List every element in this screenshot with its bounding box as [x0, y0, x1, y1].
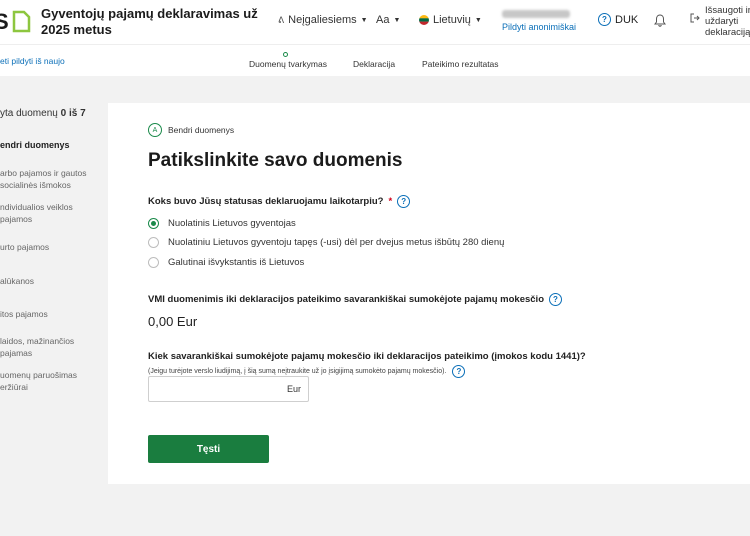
sidebar-item-employment-income[interactable]: arbo pajamos ir gautos socialinės išmoko… [0, 167, 100, 191]
restart-link[interactable]: eti pildyti iš naujo [0, 56, 65, 66]
faq-label: DUK [615, 13, 639, 26]
radio-button[interactable] [148, 257, 159, 268]
logo[interactable]: S [0, 8, 32, 34]
option-label: Nuolatinis Lietuvos gyventojas [168, 218, 296, 229]
radio-button[interactable] [148, 237, 159, 248]
section-badge: A [148, 123, 162, 137]
step-data-management[interactable]: Duomenų tvarkymas [249, 52, 327, 69]
help-icon[interactable]: ? [549, 293, 562, 306]
fill-anonymously-link[interactable]: Pildyti anonimiškai [502, 22, 576, 32]
sidebar-item-general-data[interactable]: endri duomenys [0, 139, 100, 151]
save-and-close-label: Išsaugoti ir uždaryti deklaraciją [705, 5, 750, 38]
step-label: Duomenų tvarkymas [249, 59, 327, 69]
progress-counter: yta duomenų 0 iš 7 [0, 108, 86, 119]
chevron-down-icon: ▼ [393, 16, 401, 24]
sidebar-item-other-income[interactable]: itos pajamos [0, 308, 100, 320]
status-option-became-resident[interactable]: Nuolatiniu Lietuvos gyventoju tapęs (-us… [148, 237, 504, 248]
step-label: Pateikimo rezultatas [422, 59, 499, 69]
vmi-tax-amount: 0,00 Eur [148, 314, 198, 329]
svg-text:S: S [0, 9, 9, 34]
user-name-redacted [502, 10, 570, 18]
currency-suffix: Eur [286, 384, 301, 394]
help-icon[interactable]: ? [452, 365, 466, 378]
chevron-down-icon: ▼ [360, 16, 368, 24]
status-question: Koks buvo Jūsų statusas deklaruojamu lai… [148, 195, 411, 208]
sidebar-item-individual-activity[interactable]: ndividualios veiklos pajamos [0, 201, 100, 225]
self-paid-tax-field[interactable]: Eur [148, 376, 309, 402]
exit-icon [690, 13, 700, 23]
status-option-leaving[interactable]: Galutinai išvykstantis iš Lietuvos [148, 257, 304, 268]
sidebar-item-property-income[interactable]: urto pajamos [0, 241, 100, 253]
radio-button[interactable] [148, 218, 159, 229]
section-label: Bendri duomenys [168, 125, 235, 135]
step-declaration[interactable]: Deklaracija [353, 59, 395, 69]
status-question-label: Koks buvo Jūsų statusas deklaruojamu lai… [148, 196, 384, 207]
progress-prefix: yta duomenų [0, 108, 58, 119]
help-icon[interactable]: ? [397, 195, 411, 208]
font-size-label: Aa [376, 14, 390, 26]
hint-text: (Jeigu turėjote verslo liudijimą, į šią … [148, 368, 447, 375]
required-marker: * [388, 196, 393, 207]
vmi-tax-question: VMI duomenimis iki deklaracijos pateikim… [148, 293, 562, 306]
sidebar-item-data-review[interactable]: uomenų paruošimas eržiūrai [0, 369, 100, 393]
language-label: Lietuvių [433, 14, 471, 26]
accessibility-icon: ᕕ [278, 14, 285, 25]
step-label: Deklaracija [353, 59, 396, 69]
language-menu[interactable]: Lietuvių ▼ [419, 14, 482, 26]
option-label: Nuolatiniu Lietuvos gyventoju tapęs (-us… [168, 237, 505, 248]
sidebar-item-interest[interactable]: alūkanos [0, 275, 100, 287]
vmi-tax-label: VMI duomenimis iki deklaracijos pateikim… [148, 294, 544, 305]
main-card: A Bendri duomenys Patikslinkite savo duo… [108, 103, 750, 484]
option-label: Galutinai išvykstantis iš Lietuvos [168, 257, 305, 268]
page-title: Patikslinkite savo duomenis [148, 150, 403, 171]
accessibility-label: Neįgaliesiems [288, 14, 357, 26]
step-indicator-icon [283, 52, 288, 57]
font-size-menu[interactable]: Aa ▼ [376, 14, 400, 26]
section-indicator: A Bendri duomenys [148, 123, 234, 137]
chevron-down-icon: ▼ [474, 16, 482, 24]
help-icon: ? [598, 13, 611, 26]
step-submission-result[interactable]: Pateikimo rezultatas [422, 59, 499, 69]
self-paid-tax-question: Kiek savarankiškai sumokėjote pajamų mok… [148, 351, 586, 362]
faq-button[interactable]: ? DUK [598, 13, 638, 26]
top-header: S Gyventojų pajamų deklaravimas už 2025 … [0, 0, 750, 44]
sidebar: yta duomenų 0 iš 7 endri duomenys arbo p… [0, 76, 108, 536]
progress-value: 0 iš 7 [60, 108, 86, 119]
self-paid-tax-input[interactable] [155, 377, 285, 401]
lithuania-flag-icon [419, 15, 429, 25]
bell-icon[interactable] [654, 14, 666, 27]
sidebar-item-deductions[interactable]: laidos, mažinančios pajamas [0, 335, 100, 359]
accessibility-menu[interactable]: ᕕ Neįgaliesiems ▼ [278, 14, 368, 26]
save-and-close-button[interactable]: Išsaugoti ir uždaryti deklaraciją [690, 5, 750, 38]
step-bar: eti pildyti iš naujo Duomenų tvarkymas D… [0, 44, 750, 76]
app-title: Gyventojų pajamų deklaravimas už 2025 me… [41, 6, 258, 37]
user-block: Pildyti anonimiškai [502, 10, 576, 32]
self-paid-tax-label: Kiek savarankiškai sumokėjote pajamų mok… [148, 351, 586, 362]
status-option-resident[interactable]: Nuolatinis Lietuvos gyventojas [148, 218, 296, 229]
continue-button[interactable]: Tęsti [148, 435, 269, 463]
